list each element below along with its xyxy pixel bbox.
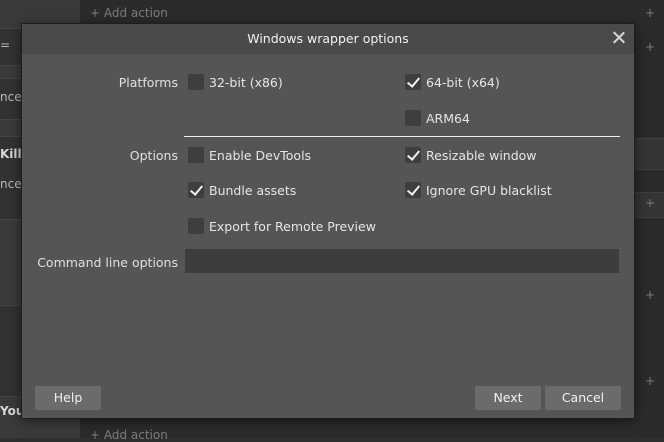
checkbox-ignore-gpu-blacklist[interactable]: Ignore GPU blacklist (405, 182, 552, 198)
windows-wrapper-options-dialog: Windows wrapper options Platforms 32-bit… (22, 24, 634, 418)
checkbox-resizable-window[interactable]: Resizable window (405, 147, 537, 163)
background-plus-icon: + (645, 6, 656, 20)
dialog-title: Windows wrapper options (247, 31, 409, 46)
next-button[interactable]: Next (475, 386, 541, 410)
platforms-label: Platforms (118, 75, 178, 90)
checkmark-icon (405, 182, 421, 198)
options-label: Options (129, 148, 178, 163)
background-plus-icon: + (645, 374, 656, 388)
checkbox-32bit[interactable]: 32-bit (x86) (188, 74, 283, 90)
checkbox-label: 64-bit (x64) (426, 74, 500, 90)
checkbox-label: Export for Remote Preview (209, 218, 376, 234)
cancel-button[interactable]: Cancel (545, 386, 621, 410)
checkbox-label: Enable DevTools (209, 147, 312, 163)
checkbox-box (188, 147, 204, 163)
checkbox-box (188, 74, 204, 90)
close-icon[interactable] (610, 29, 628, 47)
checkbox-bundle-assets[interactable]: Bundle assets (188, 182, 296, 198)
checkbox-label: Resizable window (426, 147, 537, 163)
help-button[interactable]: Help (35, 386, 101, 410)
checkbox-box (188, 218, 204, 234)
checkbox-enable-devtools[interactable]: Enable DevTools (188, 147, 311, 163)
background-plus-icon: + (645, 40, 656, 54)
checkbox-label: 32-bit (x86) (209, 74, 283, 90)
background-plus-icon: + (645, 288, 656, 302)
background-plus-icon: + (645, 196, 656, 210)
checkbox-label: Bundle assets (209, 182, 297, 198)
command-line-options-input[interactable] (185, 249, 619, 273)
section-divider (184, 136, 620, 137)
checkbox-64bit[interactable]: 64-bit (x64) (405, 74, 500, 90)
checkbox-arm64[interactable]: ARM64 (405, 110, 470, 126)
checkmark-icon (188, 182, 204, 198)
checkbox-label: ARM64 (426, 110, 470, 126)
checkmark-icon (405, 147, 421, 163)
command-line-options-label: Command line options (37, 255, 178, 270)
checkbox-label: Ignore GPU blacklist (426, 182, 552, 198)
checkbox-box (405, 110, 421, 126)
checkbox-export-remote-preview[interactable]: Export for Remote Preview (188, 218, 376, 234)
checkmark-icon (405, 74, 421, 90)
dialog-titlebar: Windows wrapper options (22, 24, 634, 54)
